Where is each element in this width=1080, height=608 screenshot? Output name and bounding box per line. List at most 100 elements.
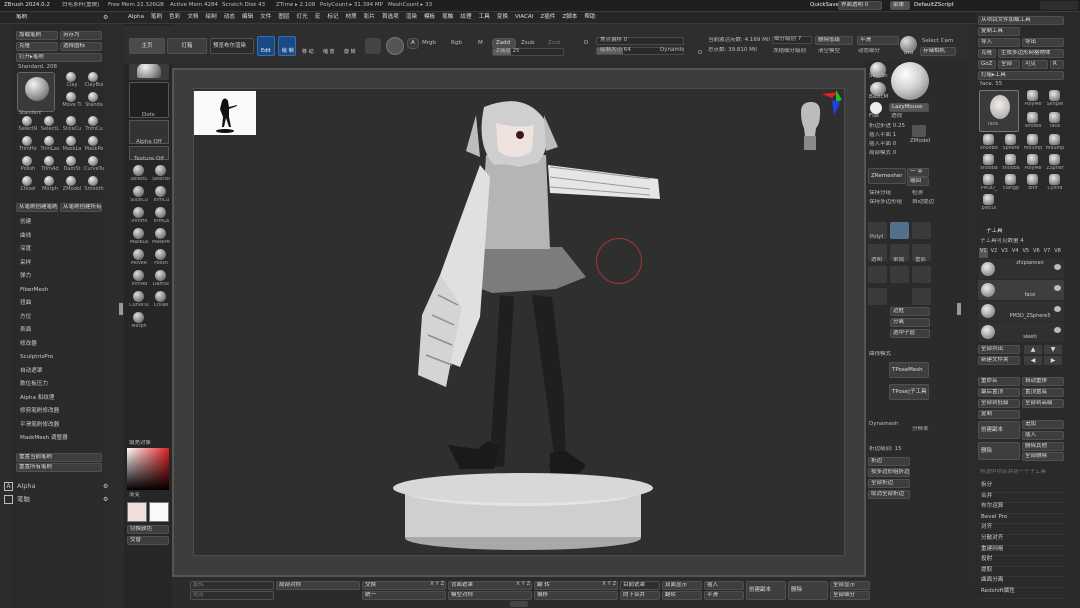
fold-all-button[interactable]: 全部折边 <box>868 479 910 488</box>
version-tab[interactable]: V5 <box>1021 248 1030 258</box>
shelf-brush[interactable]: Morph <box>128 312 149 332</box>
last-top-button[interactable]: 最后置顶 <box>978 388 1020 397</box>
brush-thumb[interactable]: TrimAd <box>39 156 59 174</box>
version-tab[interactable]: V6 <box>1032 248 1041 258</box>
subtool-action[interactable]: 投射 <box>978 556 1064 567</box>
tool-thumb[interactable]: ditlr <box>1022 174 1043 193</box>
menu-item[interactable]: 材质 <box>346 14 357 24</box>
visible-subtool-count[interactable]: 子工具可见数量 4 <box>980 238 1024 245</box>
copy-tool-button[interactable]: 复制工具 <box>978 27 1020 36</box>
fold-level-slider[interactable]: 折边级别: 15 <box>869 446 902 453</box>
bottom-snap-button[interactable]: 贴合 <box>190 591 274 600</box>
brush-submenu-item[interactable]: MaskMesh 调整器 <box>20 435 104 449</box>
goz-button[interactable]: GoZ <box>978 60 996 69</box>
tool-thumb[interactable]: PM3D_ <box>978 174 999 193</box>
delete-all-button[interactable]: 全部删除 <box>1022 452 1064 461</box>
merge-selected-label[interactable]: 将选中项合并到一个子工具 <box>980 469 1064 476</box>
lightbox-tool-button[interactable]: 灯箱▸工具 <box>978 71 1064 80</box>
local-symmetry-button[interactable]: 局部对称 <box>276 581 360 590</box>
brush-thumb[interactable]: Polish <box>17 156 37 174</box>
stroke-gear-icon[interactable]: ⚙ <box>103 496 108 503</box>
menu-item[interactable]: 工具 <box>479 14 490 24</box>
subtool-action[interactable]: Bevel Pro <box>978 514 1064 525</box>
subtool-row[interactable]: zhipiannen <box>978 259 1064 279</box>
arrow-left-icon[interactable]: ◀ <box>1024 356 1042 365</box>
lazymouse-button[interactable]: LazyMouse <box>889 103 929 112</box>
menu-item[interactable]: 模板 <box>424 14 435 24</box>
zmodel-icon[interactable] <box>912 125 926 137</box>
local-mode-slider[interactable]: 局部模式 0 <box>869 150 896 157</box>
move-button[interactable]: 移 动 <box>301 36 319 56</box>
brush-submenu-item[interactable]: 曲线 <box>20 233 104 247</box>
eye-icon[interactable] <box>1054 306 1061 312</box>
brush-thumb[interactable]: Move Ti <box>61 92 82 110</box>
tpose-subtool-button[interactable]: TPose|子工具 <box>889 384 929 400</box>
menu-item[interactable]: 渲染 <box>406 14 417 24</box>
color-picker[interactable] <box>127 448 169 490</box>
version-tab[interactable]: V3 <box>1000 248 1009 258</box>
a-toggle[interactable]: A <box>407 38 419 49</box>
delete-others-button[interactable]: 删除其他 <box>1022 442 1064 451</box>
keep-poly-toggle[interactable]: 保持多边形组 <box>869 199 902 206</box>
brush-thumb[interactable]: MaskLa <box>61 136 81 154</box>
shelf-brush[interactable]: MoveR <box>128 249 149 269</box>
reference-image[interactable] <box>194 91 256 135</box>
subtool-action[interactable]: 提取 <box>978 567 1064 578</box>
menu-item[interactable]: Alpha <box>128 14 144 24</box>
subtool-row[interactable]: face <box>978 280 1064 300</box>
append-button[interactable]: 追加 <box>1022 420 1064 429</box>
detect-button[interactable]: 检测 <box>912 190 923 197</box>
tool-thumb[interactable]: face <box>1044 112 1065 131</box>
half-button[interactable]: 一 半 <box>907 168 929 177</box>
menu-item[interactable]: 编辑 <box>242 14 253 24</box>
axis-gizmo-icon[interactable] <box>818 88 844 118</box>
tool-thumb[interactable]: mdSmp <box>1044 134 1065 153</box>
subtool-row[interactable]: PM3D_ZSphere5 <box>978 301 1064 321</box>
tool-thumb[interactable]: PolyMe <box>1022 90 1043 109</box>
select-icon-button[interactable]: 选择图标 <box>60 42 102 51</box>
brush-thumb[interactable]: SliceCu <box>61 116 81 134</box>
xpose-icon[interactable] <box>912 288 931 305</box>
menu-button[interactable]: 菜单 <box>890 1 910 10</box>
brush-submenu-item[interactable]: 自动遮罩 <box>20 368 104 382</box>
gizmo-sphere-icon[interactable] <box>386 37 404 55</box>
alpha-icon[interactable]: A <box>4 482 13 491</box>
brush-submenu-item[interactable]: 弹力 <box>20 273 104 287</box>
select-cam-button[interactable]: Select Cam <box>922 38 953 45</box>
matcap-sphere-icon[interactable] <box>891 62 929 100</box>
right-collapse-handle[interactable] <box>957 303 961 315</box>
cancel-fold-button[interactable]: 取消全部折边 <box>868 490 910 499</box>
open-brush-button[interactable]: 打开▸笔刷 <box>16 53 102 62</box>
zsub-toggle[interactable]: Zsub <box>521 40 535 47</box>
shelf-brush[interactable]: TrimAd <box>128 270 149 290</box>
clone-tool-button[interactable]: 克隆 <box>978 49 996 58</box>
shelf-brush[interactable]: MaskLa <box>128 228 149 248</box>
brush-thumb[interactable]: TrimCu <box>83 116 103 134</box>
preview-boolean-button[interactable]: 预览布尔渲染 <box>210 38 254 54</box>
insert-button[interactable]: 插入 <box>1022 431 1064 440</box>
tool-thumb[interactable]: Sphere <box>1000 134 1021 153</box>
menu-item[interactable]: ViACAI <box>515 14 533 24</box>
menu-item[interactable]: 文件 <box>260 14 271 24</box>
auto-detect-button[interactable]: 自动提边 <box>912 199 934 206</box>
window-controls[interactable] <box>1040 1 1078 10</box>
brush-submenu-item[interactable]: 深度 <box>20 246 104 260</box>
tool-thumb[interactable]: clangp <box>1000 174 1021 193</box>
brush-submenu-item[interactable]: 表面 <box>20 327 104 341</box>
brush-thumb[interactable]: Chisel <box>17 176 37 194</box>
duplicate-button[interactable]: 复制 <box>978 410 1020 419</box>
import-button[interactable]: 导入 <box>978 38 1020 47</box>
rgb-toggle[interactable]: Rgb <box>451 40 462 47</box>
eye-icon[interactable] <box>1054 327 1061 333</box>
brush-thumb[interactable]: MaskPe <box>83 136 103 154</box>
zremesher-button[interactable]: ZRemesher <box>868 168 906 184</box>
auto-reorder-button[interactable]: 自动重排 <box>1022 377 1064 386</box>
mrgb-toggle[interactable]: Mrgb <box>422 40 436 47</box>
shelf-brush[interactable]: TrimLa <box>150 207 171 227</box>
brush-thumb[interactable]: ZModel <box>61 176 81 194</box>
arrow-up-icon[interactable]: ▲ <box>1024 345 1042 354</box>
select-sublayer-button[interactable]: 选中子层 <box>890 329 930 338</box>
brush-thumb[interactable]: DamSt <box>61 156 81 174</box>
brush-thumb[interactable]: Smooth <box>83 176 104 194</box>
all-low-button[interactable]: 全部到低级 <box>978 399 1020 408</box>
